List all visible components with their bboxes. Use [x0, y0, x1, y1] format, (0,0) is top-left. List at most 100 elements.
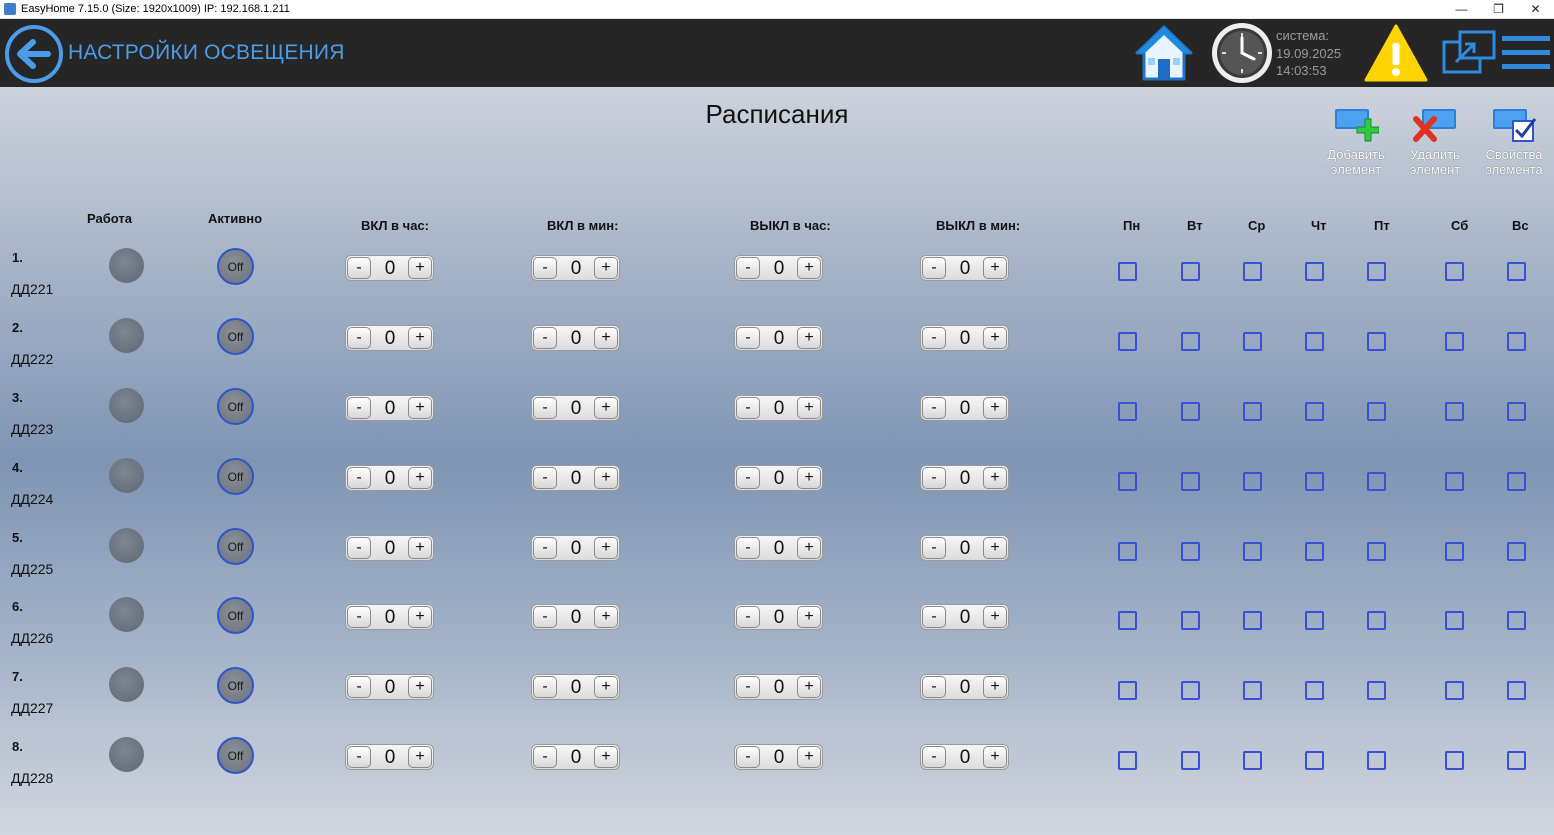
day-checkbox-mon[interactable]	[1118, 751, 1137, 770]
decrement-button[interactable]: -	[736, 606, 760, 628]
stepper-value[interactable]: 0	[946, 746, 984, 768]
stepper-value[interactable]: 0	[946, 676, 984, 698]
decrement-button[interactable]: -	[922, 606, 946, 628]
increment-button[interactable]: +	[594, 606, 618, 628]
stepper-value[interactable]: 0	[946, 397, 984, 419]
day-checkbox-fri[interactable]	[1367, 332, 1386, 351]
day-checkbox-sun[interactable]	[1507, 681, 1526, 700]
day-checkbox-sat[interactable]	[1445, 472, 1464, 491]
day-checkbox-fri[interactable]	[1367, 472, 1386, 491]
decrement-button[interactable]: -	[922, 397, 946, 419]
increment-button[interactable]: +	[408, 746, 432, 768]
increment-button[interactable]: +	[408, 606, 432, 628]
day-checkbox-fri[interactable]	[1367, 262, 1386, 281]
stepper-value[interactable]: 0	[760, 746, 798, 768]
increment-button[interactable]: +	[983, 746, 1007, 768]
increment-button[interactable]: +	[408, 676, 432, 698]
day-checkbox-sun[interactable]	[1507, 611, 1526, 630]
increment-button[interactable]: +	[983, 606, 1007, 628]
decrement-button[interactable]: -	[347, 257, 371, 279]
active-toggle[interactable]: Off	[217, 388, 254, 425]
increment-button[interactable]: +	[594, 537, 618, 559]
add-element-button[interactable]: Добавить элемент	[1317, 105, 1395, 177]
active-toggle[interactable]: Off	[217, 248, 254, 285]
increment-button[interactable]: +	[594, 397, 618, 419]
stepper-value[interactable]: 0	[557, 537, 595, 559]
stepper-value[interactable]: 0	[371, 257, 409, 279]
active-toggle[interactable]: Off	[217, 597, 254, 634]
warning-icon[interactable]	[1363, 23, 1429, 83]
day-checkbox-mon[interactable]	[1118, 332, 1137, 351]
decrement-button[interactable]: -	[922, 327, 946, 349]
day-checkbox-thu[interactable]	[1305, 332, 1324, 351]
day-checkbox-fri[interactable]	[1367, 402, 1386, 421]
day-checkbox-mon[interactable]	[1118, 472, 1137, 491]
decrement-button[interactable]: -	[736, 746, 760, 768]
increment-button[interactable]: +	[983, 257, 1007, 279]
day-checkbox-mon[interactable]	[1118, 262, 1137, 281]
day-checkbox-sat[interactable]	[1445, 611, 1464, 630]
day-checkbox-wed[interactable]	[1243, 262, 1262, 281]
day-checkbox-mon[interactable]	[1118, 681, 1137, 700]
day-checkbox-tue[interactable]	[1181, 332, 1200, 351]
stepper-value[interactable]: 0	[946, 606, 984, 628]
stepper-value[interactable]: 0	[557, 257, 595, 279]
day-checkbox-sat[interactable]	[1445, 751, 1464, 770]
day-checkbox-thu[interactable]	[1305, 472, 1324, 491]
decrement-button[interactable]: -	[736, 537, 760, 559]
stepper-value[interactable]: 0	[946, 257, 984, 279]
decrement-button[interactable]: -	[533, 467, 557, 489]
increment-button[interactable]: +	[408, 537, 432, 559]
stepper-value[interactable]: 0	[557, 676, 595, 698]
stepper-value[interactable]: 0	[371, 397, 409, 419]
stepper-value[interactable]: 0	[760, 257, 798, 279]
decrement-button[interactable]: -	[533, 676, 557, 698]
stepper-value[interactable]: 0	[760, 467, 798, 489]
increment-button[interactable]: +	[983, 397, 1007, 419]
increment-button[interactable]: +	[983, 327, 1007, 349]
increment-button[interactable]: +	[594, 257, 618, 279]
increment-button[interactable]: +	[594, 746, 618, 768]
decrement-button[interactable]: -	[347, 746, 371, 768]
day-checkbox-sun[interactable]	[1507, 262, 1526, 281]
active-toggle[interactable]: Off	[217, 318, 254, 355]
decrement-button[interactable]: -	[347, 397, 371, 419]
day-checkbox-sun[interactable]	[1507, 751, 1526, 770]
day-checkbox-tue[interactable]	[1181, 472, 1200, 491]
day-checkbox-sat[interactable]	[1445, 402, 1464, 421]
day-checkbox-wed[interactable]	[1243, 402, 1262, 421]
increment-button[interactable]: +	[408, 327, 432, 349]
active-toggle[interactable]: Off	[217, 737, 254, 774]
stepper-value[interactable]: 0	[371, 537, 409, 559]
day-checkbox-mon[interactable]	[1118, 542, 1137, 561]
hamburger-menu-icon[interactable]	[1500, 33, 1552, 73]
decrement-button[interactable]: -	[347, 467, 371, 489]
stepper-value[interactable]: 0	[760, 537, 798, 559]
day-checkbox-wed[interactable]	[1243, 751, 1262, 770]
increment-button[interactable]: +	[594, 676, 618, 698]
active-toggle[interactable]: Off	[217, 458, 254, 495]
day-checkbox-sun[interactable]	[1507, 472, 1526, 491]
restore-button[interactable]: ❐	[1480, 0, 1517, 19]
home-icon[interactable]	[1133, 23, 1195, 83]
element-properties-button[interactable]: Свойства элемента	[1475, 105, 1553, 177]
increment-button[interactable]: +	[797, 606, 821, 628]
decrement-button[interactable]: -	[533, 606, 557, 628]
day-checkbox-thu[interactable]	[1305, 681, 1324, 700]
day-checkbox-thu[interactable]	[1305, 542, 1324, 561]
day-checkbox-wed[interactable]	[1243, 332, 1262, 351]
stepper-value[interactable]: 0	[760, 606, 798, 628]
decrement-button[interactable]: -	[347, 676, 371, 698]
day-checkbox-tue[interactable]	[1181, 681, 1200, 700]
increment-button[interactable]: +	[408, 467, 432, 489]
day-checkbox-thu[interactable]	[1305, 611, 1324, 630]
increment-button[interactable]: +	[408, 257, 432, 279]
day-checkbox-fri[interactable]	[1367, 542, 1386, 561]
stepper-value[interactable]: 0	[557, 397, 595, 419]
increment-button[interactable]: +	[797, 327, 821, 349]
day-checkbox-sat[interactable]	[1445, 332, 1464, 351]
day-checkbox-mon[interactable]	[1118, 611, 1137, 630]
increment-button[interactable]: +	[983, 537, 1007, 559]
increment-button[interactable]: +	[983, 467, 1007, 489]
increment-button[interactable]: +	[983, 676, 1007, 698]
